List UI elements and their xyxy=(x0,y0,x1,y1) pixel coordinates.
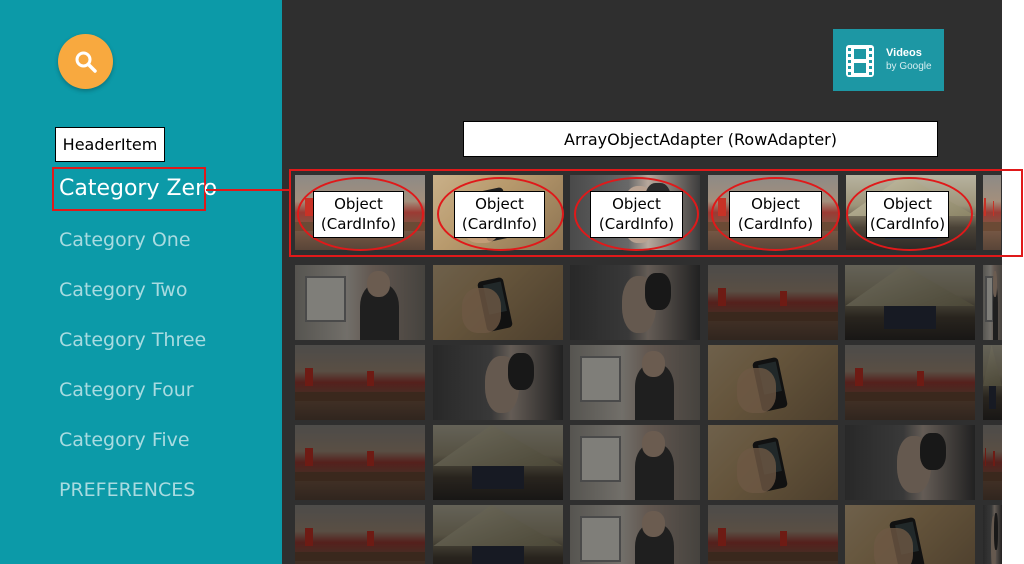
grid-thumbnail[interactable] xyxy=(433,265,563,340)
grid-thumbnail[interactable] xyxy=(983,505,1002,564)
grid-thumbnail[interactable] xyxy=(845,425,975,500)
grid-thumbnail[interactable] xyxy=(433,505,563,564)
grid-thumbnail[interactable] xyxy=(433,345,563,420)
grid-thumbnail[interactable] xyxy=(845,505,975,564)
film-icon xyxy=(846,45,874,77)
category-item-four[interactable]: Category Four xyxy=(59,379,194,401)
category-item-five[interactable]: Category Five xyxy=(59,429,190,451)
logo-title: Videos xyxy=(886,47,922,59)
category-item-zero[interactable]: Category Zero xyxy=(59,176,217,201)
category-item-one[interactable]: Category One xyxy=(59,229,191,251)
grid-thumbnail[interactable] xyxy=(845,345,975,420)
grid-thumbnail[interactable] xyxy=(570,345,700,420)
connector-line xyxy=(206,189,290,191)
grid-thumbnail[interactable] xyxy=(295,425,425,500)
category-item-two[interactable]: Category Two xyxy=(59,279,187,301)
logo-subtitle: by Google xyxy=(886,61,932,72)
grid-thumbnail[interactable] xyxy=(708,505,838,564)
grid-thumbnail[interactable] xyxy=(983,345,1002,420)
grid-thumbnail[interactable] xyxy=(295,505,425,564)
category-item-three[interactable]: Category Three xyxy=(59,329,206,351)
grid-thumbnail[interactable] xyxy=(570,265,700,340)
grid-thumbnail[interactable] xyxy=(845,265,975,340)
grid-thumbnail[interactable] xyxy=(708,345,838,420)
grid-thumbnail[interactable] xyxy=(570,425,700,500)
grid-thumbnail[interactable] xyxy=(295,265,425,340)
search-button[interactable] xyxy=(58,34,113,89)
sidebar: HeaderItem Category Zero Category One Ca… xyxy=(0,0,282,564)
grid-thumbnail[interactable] xyxy=(983,425,1002,500)
grid-thumbnail[interactable] xyxy=(570,505,700,564)
grid-thumbnail[interactable] xyxy=(708,425,838,500)
videos-by-google-logo: Videos by Google xyxy=(833,29,944,91)
header-item-callout: HeaderItem xyxy=(55,127,165,162)
row-highlight xyxy=(289,169,1023,257)
search-icon xyxy=(75,51,97,73)
grid-thumbnail[interactable] xyxy=(983,265,1002,340)
grid-thumbnail[interactable] xyxy=(708,265,838,340)
grid-thumbnail[interactable] xyxy=(295,345,425,420)
grid-thumbnail[interactable] xyxy=(433,425,563,500)
preferences-item[interactable]: PREFERENCES xyxy=(59,479,195,501)
row-adapter-callout: ArrayObjectAdapter (RowAdapter) xyxy=(463,121,938,157)
page-margin xyxy=(1002,0,1024,564)
